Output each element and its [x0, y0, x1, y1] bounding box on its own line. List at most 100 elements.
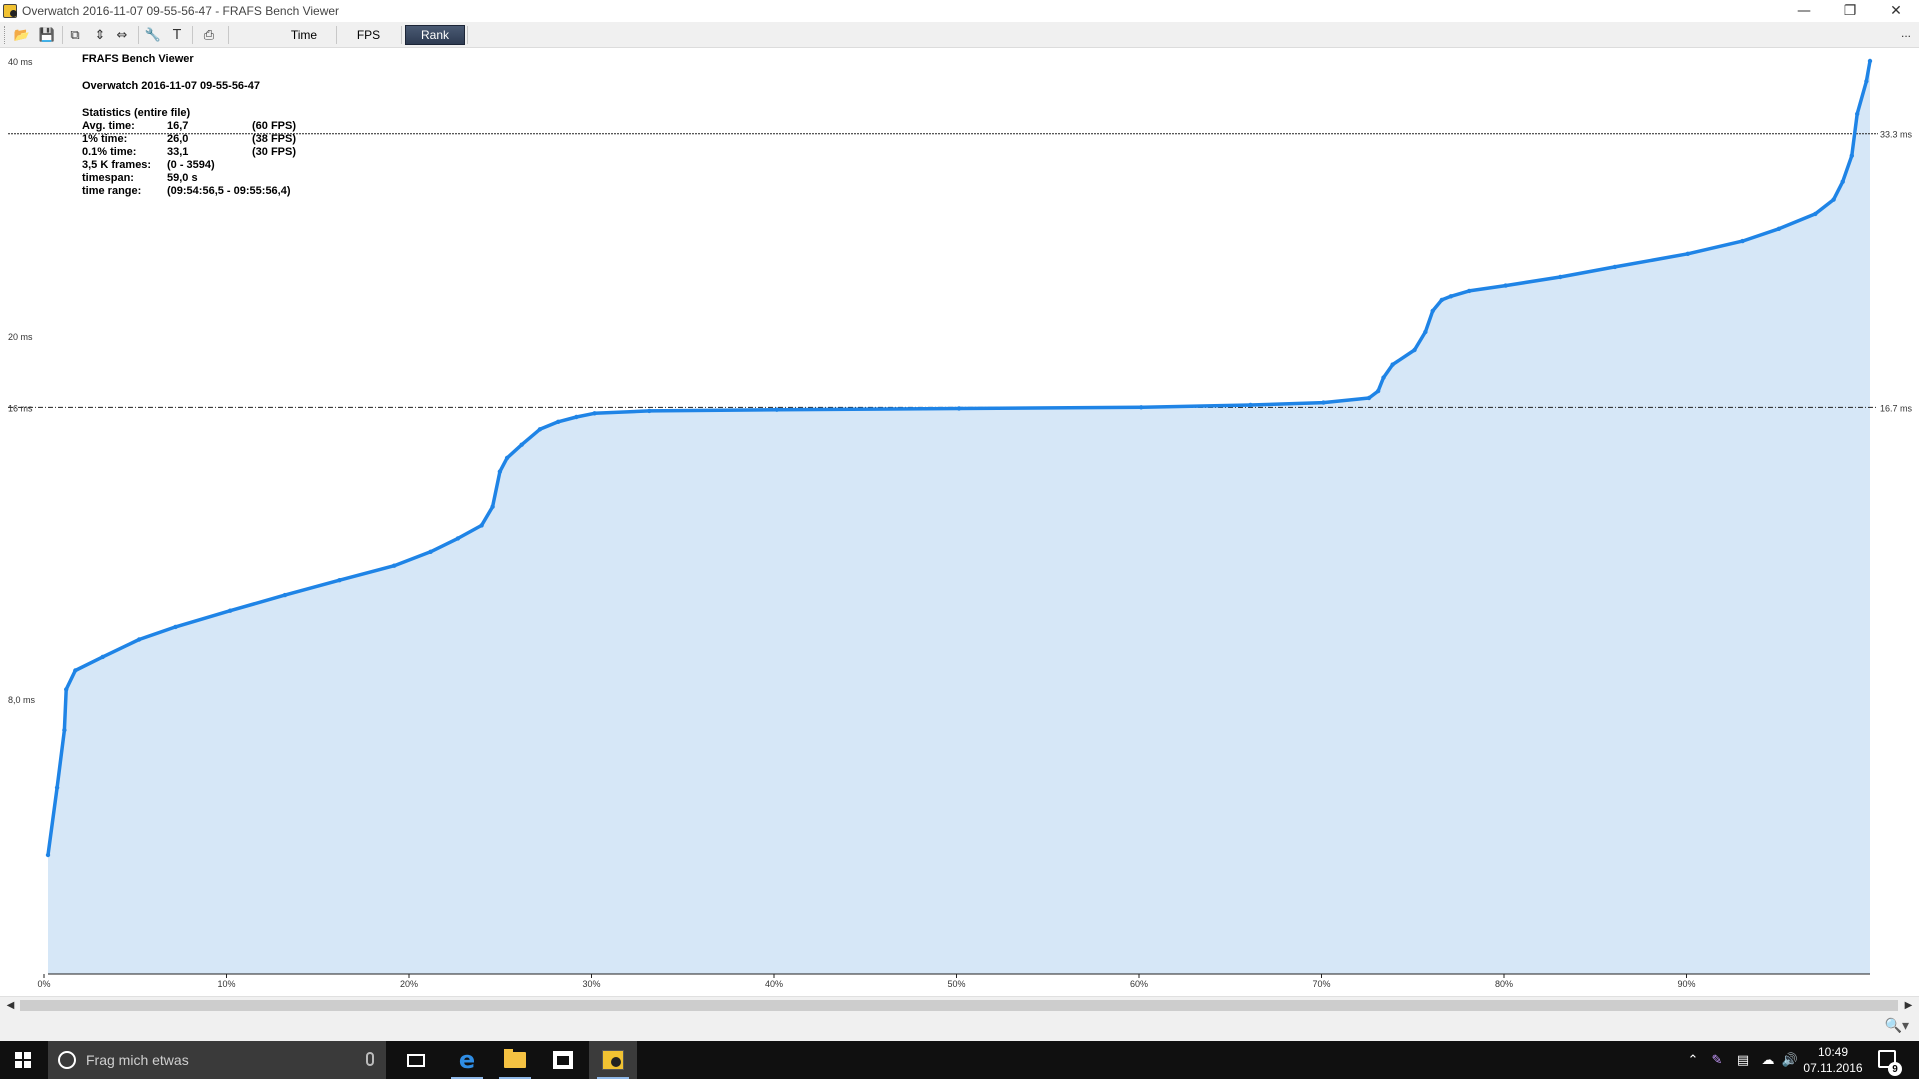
taskbar-edge[interactable]: e — [443, 1041, 491, 1079]
settings-icon[interactable]: 🔧 — [144, 26, 162, 44]
store-icon — [553, 1051, 573, 1069]
x-tick-label: 0% — [37, 979, 50, 989]
frafs-taskbar-icon — [602, 1050, 624, 1070]
reference-line-label: 33.3 ms — [1880, 130, 1913, 140]
x-tick-label: 30% — [582, 979, 600, 989]
taskbar-clock[interactable]: 10:49 07.11.2016 — [1798, 1044, 1868, 1076]
toolbar-grip[interactable] — [4, 26, 7, 44]
taskbar: Frag mich etwas e ⌃ ✎ ▤ ☁ 🔊 10:49 07.11.… — [0, 1041, 1919, 1079]
data-point — [1740, 238, 1745, 244]
task-view-button[interactable] — [392, 1041, 440, 1079]
pen-icon[interactable]: ✎ — [1704, 1041, 1730, 1079]
data-point — [136, 637, 142, 642]
data-point — [428, 549, 433, 554]
minimize-button[interactable]: — — [1781, 0, 1827, 22]
close-button[interactable]: ✕ — [1873, 0, 1919, 22]
data-point — [490, 504, 495, 509]
stat-extra: (30 FPS) — [252, 146, 297, 158]
data-point — [1864, 79, 1869, 84]
y-tick-label: 16 ms — [8, 403, 33, 413]
open-icon[interactable]: 📂 — [13, 26, 31, 44]
taskbar-frafs[interactable] — [589, 1041, 637, 1079]
stat-value: 16,7 — [167, 120, 189, 132]
cloud-icon[interactable]: ☁ — [1756, 1041, 1780, 1079]
y-tick-label: 20 ms — [8, 332, 33, 342]
tab-fps[interactable]: FPS — [341, 25, 396, 45]
stat-label: 3,5 K frames: — [82, 159, 152, 171]
stat-value: (09:54:56,5 - 09:55:56,4) — [167, 185, 291, 197]
stat-label: timespan: — [82, 172, 134, 184]
data-point — [774, 407, 779, 412]
stat-value: 59,0 s — [167, 172, 198, 184]
fit-height-icon[interactable]: ⇕ — [91, 26, 109, 44]
scrollbar-thumb[interactable] — [20, 1000, 1898, 1011]
task-view-icon — [407, 1053, 425, 1067]
scroll-left-arrow-icon[interactable]: ◀ — [2, 998, 19, 1013]
taskbar-store[interactable] — [539, 1041, 587, 1079]
data-point — [100, 654, 105, 660]
taskbar-explorer[interactable] — [491, 1041, 539, 1079]
edge-icon: e — [458, 1046, 476, 1074]
data-point — [337, 578, 342, 583]
stat-label: Avg. time: — [82, 120, 135, 132]
zoom-icon[interactable]: 🔍▾ — [1885, 1018, 1909, 1034]
tab-time[interactable]: Time — [274, 25, 334, 45]
title-bar: Overwatch 2016-11-07 09-55-56-47 - FRAFS… — [0, 0, 1919, 22]
clock-time: 10:49 — [1817, 1045, 1849, 1059]
file-name: Overwatch 2016-11-07 09-55-56-47 — [82, 80, 260, 92]
clock-date: 07.11.2016 — [1803, 1061, 1863, 1075]
x-tick-label: 20% — [400, 979, 418, 989]
cortana-search-box[interactable]: Frag mich etwas — [48, 1041, 386, 1079]
reference-line-label: 16.7 ms — [1880, 403, 1913, 413]
viewer-name: FRAFS Bench Viewer — [82, 53, 196, 67]
cortana-icon — [58, 1051, 76, 1069]
restore-button[interactable]: ❐ — [1827, 0, 1873, 22]
volume-icon[interactable]: 🔊 — [1780, 1041, 1800, 1079]
data-point — [54, 785, 60, 790]
save-icon[interactable]: 💾 — [38, 26, 56, 44]
chevron-up-icon[interactable]: ⌃ — [1682, 1041, 1704, 1079]
frafs-app-icon — [3, 4, 17, 18]
data-point — [1439, 297, 1445, 303]
data-point — [1448, 294, 1454, 299]
data-point — [574, 414, 579, 420]
data-point — [62, 727, 67, 733]
data-point — [1831, 197, 1836, 202]
fit-width-icon[interactable]: ⇔ — [113, 26, 131, 44]
data-point — [1430, 308, 1435, 314]
stat-value: 33,1 — [167, 146, 189, 158]
data-point — [63, 687, 69, 692]
x-tick-label: 10% — [217, 979, 235, 989]
data-point — [455, 536, 461, 541]
data-point — [1503, 283, 1508, 288]
toolbar-separator — [467, 26, 468, 44]
windows-logo-icon — [15, 1052, 31, 1068]
data-point — [1776, 226, 1782, 231]
data-point — [479, 523, 484, 528]
microphone-icon[interactable] — [366, 1052, 374, 1066]
stat-label: time range: — [82, 185, 142, 197]
data-point — [592, 411, 597, 416]
data-point — [556, 419, 561, 424]
data-point — [1412, 347, 1417, 353]
text-icon[interactable]: T — [168, 26, 186, 44]
stat-label: 0.1% time: — [82, 146, 137, 158]
scroll-right-arrow-icon[interactable]: ▶ — [1900, 998, 1917, 1013]
status-bar: 🔍▾ — [0, 1013, 1919, 1041]
x-tick-label: 40% — [765, 979, 783, 989]
tab-rank[interactable]: Rank — [405, 25, 465, 45]
toolbar-separator — [62, 26, 63, 44]
horizontal-scrollbar[interactable]: ◀ ▶ — [0, 996, 1919, 1013]
data-point — [956, 406, 962, 411]
copy-icon[interactable]: ⧉ — [66, 26, 84, 44]
y-tick-label: 8,0 ms — [8, 695, 36, 705]
chart-area[interactable]: 33.3 ms 16.7 ms 40 ms 20 ms 16 ms 8,0 ms 0% 10… — [0, 49, 1919, 1013]
print-icon[interactable]: ⎙ — [200, 26, 218, 44]
toolbar-overflow-button[interactable]: ... — [1901, 26, 1911, 40]
stat-extra: (38 FPS) — [252, 133, 297, 145]
stats-title: Statistics (entire file) — [82, 107, 191, 119]
start-button[interactable] — [0, 1041, 46, 1079]
network-icon[interactable]: ▤ — [1730, 1041, 1756, 1079]
toolbar-separator — [401, 26, 402, 44]
data-point — [1867, 58, 1873, 64]
